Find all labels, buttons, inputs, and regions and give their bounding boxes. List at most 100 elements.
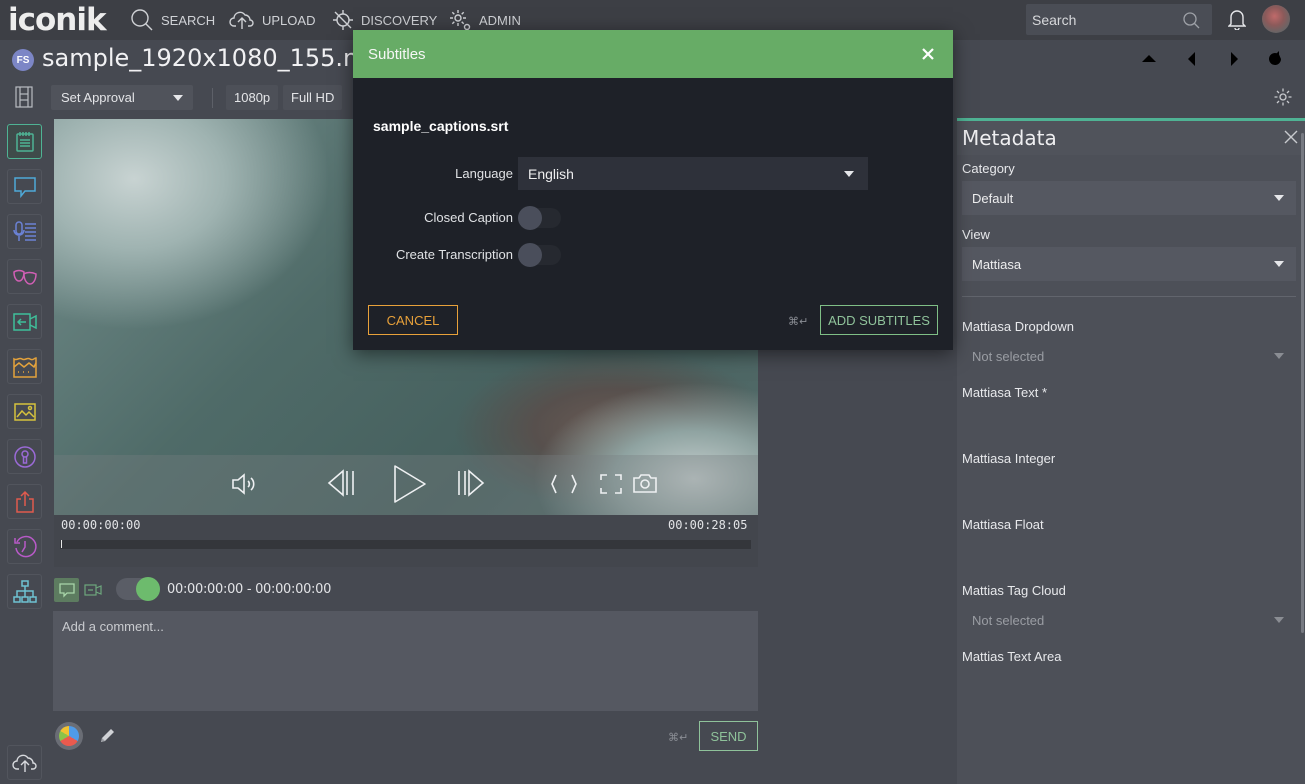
color-picker-button[interactable] (55, 722, 83, 750)
caret-down-icon (1274, 195, 1284, 201)
rail-faces[interactable] (7, 259, 42, 294)
iconik-logo[interactable]: iconik (8, 2, 107, 38)
caret-down-icon (1274, 617, 1284, 623)
comments-icon (13, 176, 36, 198)
submit-shortcut-hint: ⌘↵ (788, 316, 809, 328)
subtitle-filename: sample_captions.srt (373, 118, 509, 134)
brackets-icon (551, 474, 577, 494)
field-value: Not selected (972, 612, 1045, 628)
send-button[interactable]: SEND (699, 721, 758, 751)
subtitles-dialog: Subtitles sample_captions.srt Language E… (353, 30, 953, 350)
range-toggle[interactable] (116, 577, 160, 601)
field-label: Mattiasa Text * (962, 385, 1048, 400)
category-label: Category (962, 161, 1015, 176)
field-label: Mattiasa Dropdown (962, 319, 1074, 334)
timecode-duration: 00:00:28:05 (668, 518, 748, 532)
timeline-scrubber[interactable] (60, 540, 751, 549)
mattiasa-dropdown-select[interactable]: Not selected (962, 339, 1296, 373)
rail-image[interactable] (7, 394, 42, 429)
volume-button[interactable] (231, 472, 259, 501)
caret-down-icon (1274, 353, 1284, 359)
closed-caption-toggle[interactable] (518, 206, 561, 230)
field-label: Mattiasa Integer (962, 451, 1056, 466)
cancel-button[interactable]: CANCEL (368, 305, 458, 335)
film-icon[interactable] (14, 86, 34, 108)
mattias-text-area[interactable] (962, 669, 1296, 769)
rail-factory[interactable] (7, 349, 42, 384)
refresh-icon[interactable] (1266, 50, 1284, 68)
metadata-header: Metadata (957, 121, 1305, 155)
mark-in-out-button[interactable] (549, 473, 579, 500)
caret-down-icon (173, 94, 183, 101)
rail-history[interactable] (7, 529, 42, 564)
closed-caption-label: Closed Caption (424, 210, 513, 225)
settings-gear-icon[interactable] (1273, 87, 1293, 107)
nav-search[interactable]: SEARCH (130, 6, 215, 34)
chevron-left-icon[interactable] (1184, 50, 1200, 68)
comment-icon (58, 582, 75, 598)
nav-admin-label: ADMIN (479, 12, 521, 28)
set-approval-label: Set Approval (61, 90, 135, 105)
create-transcription-toggle[interactable] (518, 243, 561, 267)
view-value: Mattiasa (972, 256, 1022, 272)
field-label: Mattias Tag Cloud (962, 583, 1066, 598)
rail-metadata[interactable] (7, 124, 42, 159)
range-timecode: 00:00:00:00 - 00:00:00:00 (167, 582, 332, 597)
hierarchy-icon (12, 579, 37, 603)
mattias-tag-cloud-select[interactable]: Not selected (962, 603, 1296, 637)
nav-discovery-label: DISCOVERY (361, 12, 438, 28)
language-select[interactable]: English (518, 157, 868, 190)
play-icon (394, 465, 426, 503)
user-avatar[interactable] (1262, 5, 1290, 33)
rail-comments[interactable] (7, 169, 42, 204)
metadata-scrollbar[interactable] (1301, 133, 1304, 633)
rail-info[interactable] (7, 439, 42, 474)
rail-upload[interactable] (7, 745, 42, 780)
step-forward-button[interactable] (455, 467, 487, 504)
segment-mode-button[interactable] (80, 578, 105, 602)
mattiasa-float-input[interactable] (962, 537, 1296, 571)
global-search-input[interactable] (1032, 11, 1182, 28)
mattiasa-text-input[interactable] (962, 405, 1296, 439)
add-subtitles-button[interactable]: ADD SUBTITLES (820, 305, 938, 335)
category-value: Default (972, 190, 1014, 206)
fullscreen-button[interactable] (600, 474, 622, 499)
language-value: English (528, 165, 574, 182)
image-icon (13, 402, 36, 421)
resolution-badge: 1080p (226, 85, 279, 110)
chevron-up-icon[interactable] (1140, 50, 1158, 68)
global-search (1026, 4, 1212, 35)
rail-share[interactable] (7, 484, 42, 519)
close-icon[interactable] (922, 48, 934, 60)
view-select[interactable]: Mattiasa (962, 247, 1296, 281)
rail-segments[interactable] (7, 304, 42, 339)
search-icon[interactable] (1182, 11, 1200, 29)
rail-hierarchy[interactable] (7, 574, 42, 609)
quality-badge: Full HD (283, 85, 343, 110)
fullscreen-icon (600, 474, 622, 494)
search-icon (131, 9, 153, 31)
close-icon[interactable] (1284, 130, 1298, 144)
metadata-divider (962, 296, 1296, 297)
asset-title: sample_1920x1080_155.mxf (42, 44, 390, 72)
category-select[interactable]: Default (962, 181, 1296, 215)
asset-type-badge: FS (12, 49, 34, 71)
left-tool-rail (0, 118, 50, 784)
set-approval-dropdown[interactable]: Set Approval (51, 85, 193, 110)
comment-mode-button[interactable] (54, 578, 79, 602)
player-controls (54, 455, 758, 515)
rail-transcription[interactable] (7, 214, 42, 249)
playhead[interactable] (61, 540, 62, 548)
bell-icon[interactable] (1228, 8, 1246, 30)
snapshot-button[interactable] (632, 472, 658, 499)
chevron-right-icon[interactable] (1226, 50, 1242, 68)
nav-upload[interactable]: UPLOAD (229, 6, 315, 34)
comment-input[interactable] (53, 611, 758, 711)
view-label: View (962, 227, 990, 242)
play-button[interactable] (391, 463, 429, 510)
mattiasa-integer-input[interactable] (962, 471, 1296, 505)
step-forward-icon (458, 469, 485, 497)
range-toggle-knob (136, 577, 160, 601)
step-back-button[interactable] (325, 467, 357, 504)
pencil-icon[interactable] (98, 727, 116, 745)
